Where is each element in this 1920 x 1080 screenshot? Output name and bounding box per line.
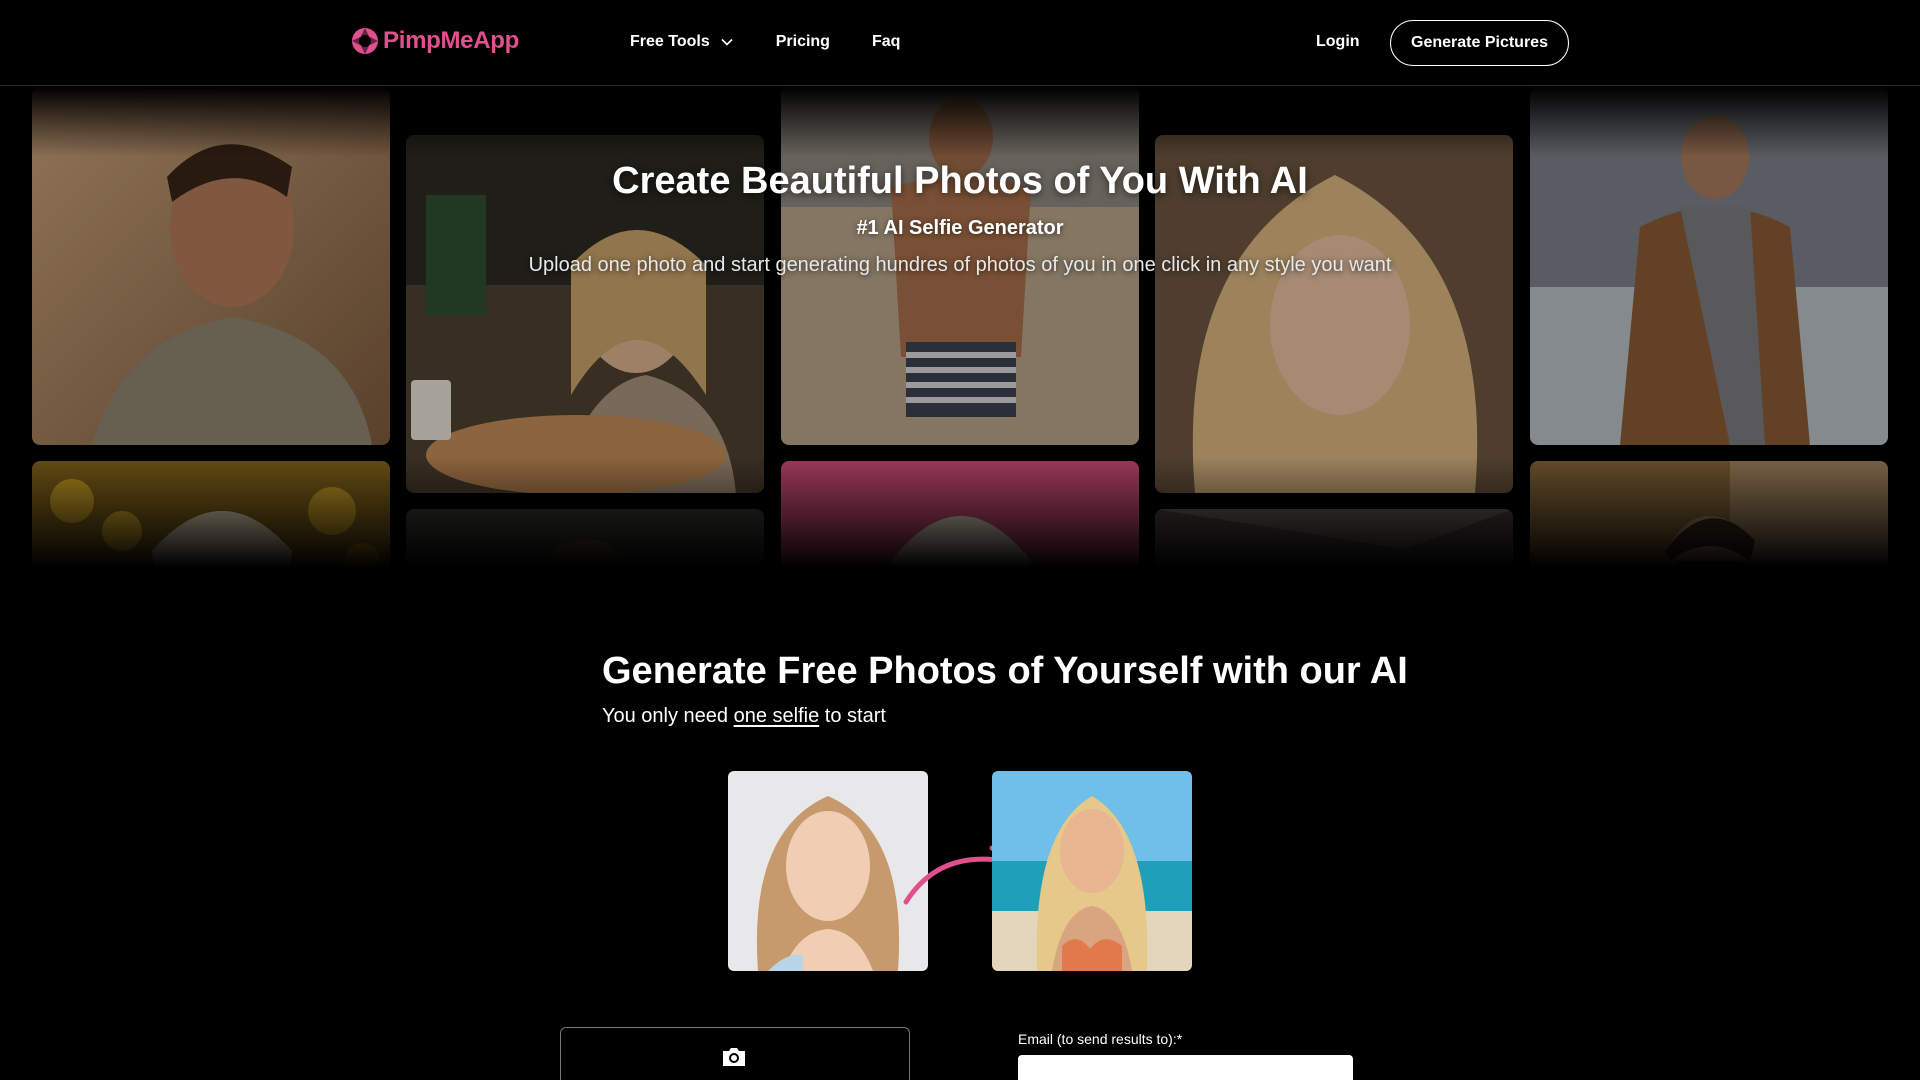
- example-generated-photo: [992, 771, 1192, 971]
- nav-free-tools-label: Free Tools: [630, 33, 710, 50]
- login-link[interactable]: Login: [1316, 33, 1360, 51]
- section-subtitle-after: to start: [819, 705, 886, 727]
- hero-description: Upload one photo and start generating hu…: [528, 254, 1392, 276]
- email-field[interactable]: [1018, 1055, 1353, 1080]
- hero-title: Create Beautiful Photos of You With AI: [612, 160, 1308, 202]
- camera-icon: [723, 1048, 745, 1066]
- one-selfie-link[interactable]: one selfie: [734, 705, 820, 727]
- logo-text: PimpMeApp: [383, 27, 519, 54]
- logo[interactable]: PimpMeApp: [351, 27, 519, 55]
- main-nav: Free Tools Pricing Faq: [630, 33, 900, 51]
- section-subtitle: You only need one selfie to start: [602, 705, 886, 728]
- nav-faq-label: Faq: [871, 33, 901, 50]
- nav-free-tools[interactable]: Free Tools: [630, 33, 734, 51]
- nav-faq[interactable]: Faq: [872, 33, 900, 51]
- section-subtitle-before: You only need: [602, 705, 734, 727]
- nav-pricing-label: Pricing: [775, 33, 830, 50]
- generate-pictures-button[interactable]: Generate Pictures: [1390, 20, 1569, 66]
- gallery-fade-top: [0, 87, 1920, 157]
- section-title: Generate Free Photos of Yourself with ou…: [602, 650, 1408, 692]
- example-selfie-photo: [728, 771, 928, 971]
- photo-upload-dropzone[interactable]: [560, 1027, 910, 1080]
- camera-aperture-logo-icon: [352, 28, 378, 54]
- hero-subtitle: #1 AI Selfie Generator: [856, 217, 1064, 239]
- site-header: PimpMeApp Free Tools Pricing Faq Login G…: [0, 0, 1920, 86]
- chevron-down-icon: [721, 38, 733, 46]
- gallery-fade-bottom: [0, 457, 1920, 587]
- hero: Create Beautiful Photos of You With AI #…: [0, 160, 1920, 277]
- nav-pricing[interactable]: Pricing: [776, 33, 830, 51]
- email-label: Email (to send results to):*: [1018, 1031, 1183, 1047]
